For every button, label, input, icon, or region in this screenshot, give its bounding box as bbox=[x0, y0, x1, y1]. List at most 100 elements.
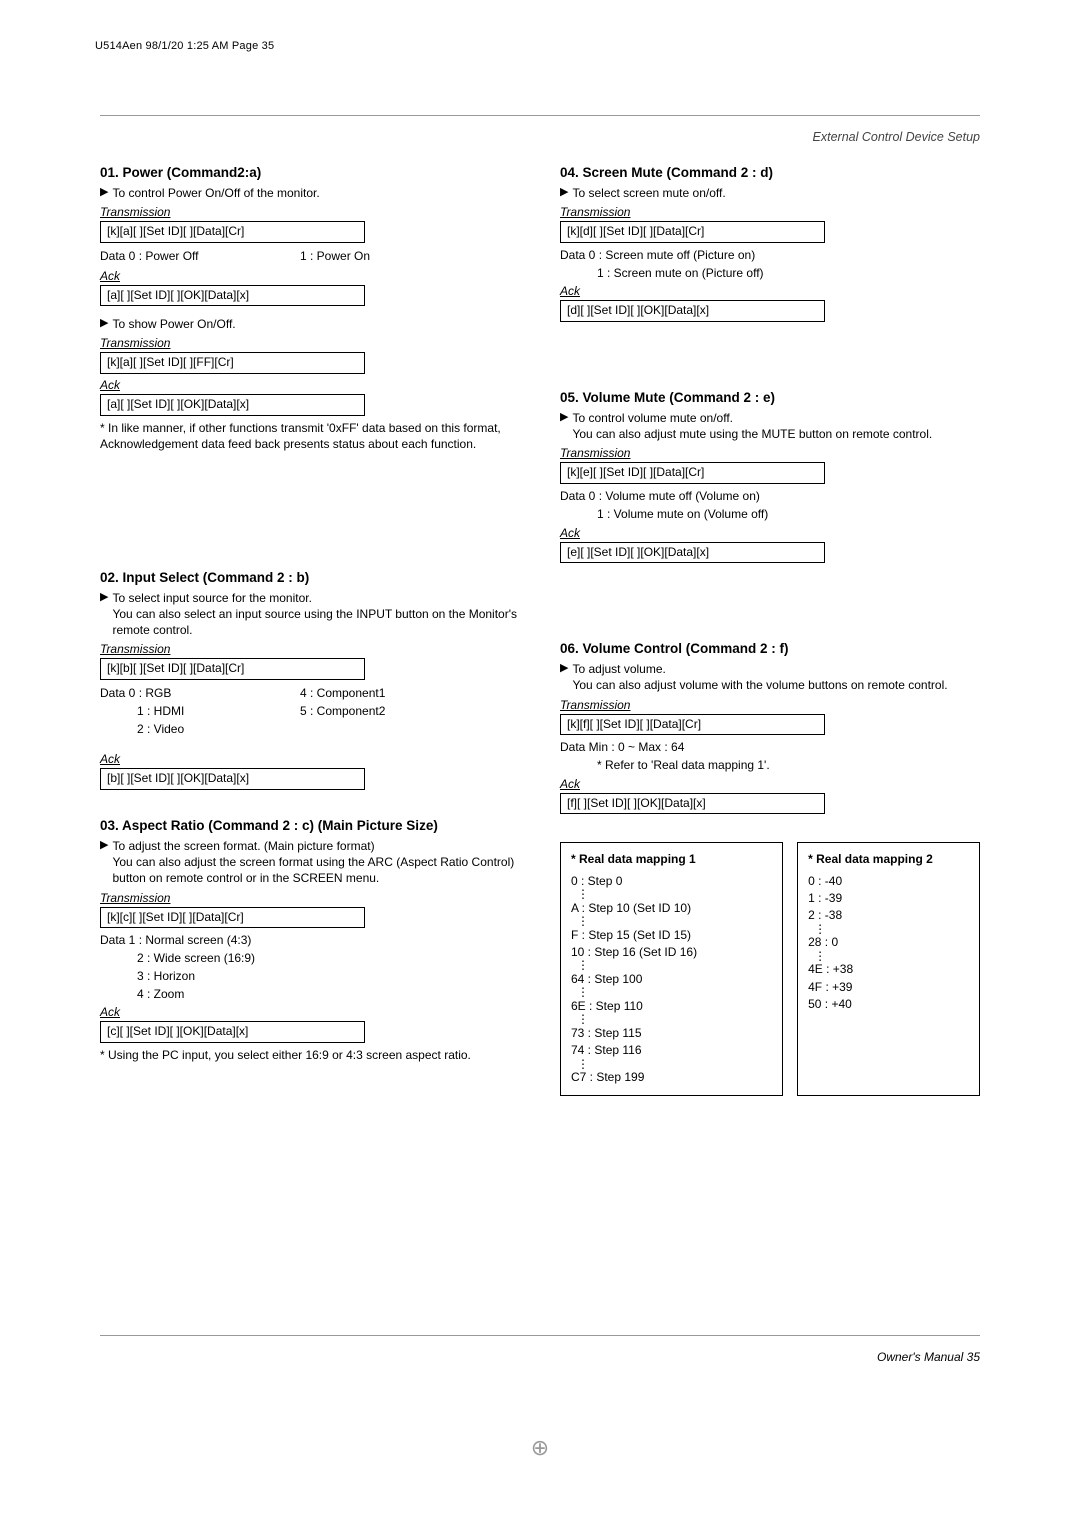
cmd02-title: 02. Input Select (Command 2 : b) bbox=[100, 570, 520, 585]
cmd01-desc2: To show Power On/Off. bbox=[112, 316, 235, 332]
code-box: [f][ ][Set ID][ ][OK][Data][x] bbox=[560, 793, 825, 815]
ack-label: Ack bbox=[100, 1005, 520, 1019]
section-header: External Control Device Setup bbox=[813, 130, 980, 144]
map-row: 0 : -40 bbox=[808, 873, 969, 890]
transmission-label: Transmission bbox=[100, 642, 520, 656]
map-row: A : Step 10 (Set ID 10) bbox=[571, 900, 772, 917]
map-row: 10 : Step 16 (Set ID 16) bbox=[571, 944, 772, 961]
transmission-label: Transmission bbox=[100, 205, 520, 219]
code-box: [k][b][ ][Set ID][ ][Data][Cr] bbox=[100, 658, 365, 680]
real-data-mapping-1: * Real data mapping 1 0 : Step 0 ⋮ A : S… bbox=[560, 842, 783, 1095]
cmd04-desc: To select screen mute on/off. bbox=[572, 185, 725, 201]
data-line: Data 0 : RGB bbox=[100, 685, 300, 702]
cmd01-note: * In like manner, if other functions tra… bbox=[100, 420, 520, 452]
data-line: Data Min : 0 ~ Max : 64 bbox=[560, 739, 980, 756]
data-line: 1 : HDMI bbox=[100, 703, 300, 720]
cmd01-title: 01. Power (Command2:a) bbox=[100, 165, 520, 180]
map-row: 2 : -38 bbox=[808, 907, 969, 924]
cmd04-title: 04. Screen Mute (Command 2 : d) bbox=[560, 165, 980, 180]
vdots-icon: ⋮ bbox=[571, 890, 772, 900]
cmd-02: 02. Input Select (Command 2 : b) ▶To sel… bbox=[100, 570, 520, 790]
map-row: 6E : Step 110 bbox=[571, 998, 772, 1015]
bottom-rule bbox=[100, 1335, 980, 1336]
map2-title: * Real data mapping 2 bbox=[808, 851, 969, 868]
cmd05-desc: To control volume mute on/off. You can a… bbox=[572, 410, 932, 442]
vdots-icon: ⋮ bbox=[808, 952, 969, 962]
footer-page: Owner's Manual 35 bbox=[877, 1350, 980, 1364]
data-line: 1 : Volume mute on (Volume off) bbox=[560, 506, 980, 523]
cmd01-desc: To control Power On/Off of the monitor. bbox=[112, 185, 319, 201]
ack-label: Ack bbox=[560, 777, 980, 791]
arrow-icon: ▶ bbox=[560, 185, 568, 200]
arrow-icon: ▶ bbox=[560, 410, 568, 425]
code-box: [k][d][ ][Set ID][ ][Data][Cr] bbox=[560, 221, 825, 243]
data-line: * Refer to 'Real data mapping 1'. bbox=[560, 757, 980, 774]
data-line: 5 : Component2 bbox=[300, 703, 385, 720]
transmission-label: Transmission bbox=[560, 205, 980, 219]
map-row: 50 : +40 bbox=[808, 996, 969, 1013]
vdots-icon: ⋮ bbox=[571, 1060, 772, 1070]
transmission-label: Transmission bbox=[560, 698, 980, 712]
ack-label: Ack bbox=[560, 526, 980, 540]
data-line: 4 : Zoom bbox=[100, 986, 520, 1003]
map-row: 0 : Step 0 bbox=[571, 873, 772, 890]
data-line: Data 0 : Screen mute off (Picture on) bbox=[560, 247, 980, 264]
cmd-01: 01. Power (Command2:a) ▶ To control Power… bbox=[100, 165, 520, 452]
code-box: [c][ ][Set ID][ ][OK][Data][x] bbox=[100, 1021, 365, 1043]
real-data-mapping-2: * Real data mapping 2 0 : -40 1 : -39 2 … bbox=[797, 842, 980, 1095]
map-row: 64 : Step 100 bbox=[571, 971, 772, 988]
code-box: [d][ ][Set ID][ ][OK][Data][x] bbox=[560, 300, 825, 322]
code-box: [a][ ][Set ID][ ][OK][Data][x] bbox=[100, 285, 365, 307]
cmd06-desc: To adjust volume. You can also adjust vo… bbox=[572, 661, 947, 693]
arrow-icon: ▶ bbox=[560, 661, 568, 676]
data-line: 4 : Component1 bbox=[300, 685, 385, 702]
registration-mark-icon: ⊕ bbox=[531, 1435, 549, 1461]
data-mapping-row: * Real data mapping 1 0 : Step 0 ⋮ A : S… bbox=[560, 842, 980, 1095]
arrow-icon: ▶ bbox=[100, 838, 108, 853]
map-row: 28 : 0 bbox=[808, 934, 969, 951]
code-box: [e][ ][Set ID][ ][OK][Data][x] bbox=[560, 542, 825, 564]
transmission-label: Transmission bbox=[560, 446, 980, 460]
vdots-icon: ⋮ bbox=[808, 925, 969, 935]
arrow-icon: ▶ bbox=[100, 590, 108, 605]
data-line: 1 : Power On bbox=[300, 248, 370, 265]
arrow-icon: ▶ bbox=[100, 316, 108, 331]
cmd-05: 05. Volume Mute (Command 2 : e) ▶To cont… bbox=[560, 390, 980, 563]
arrow-icon: ▶ bbox=[100, 185, 108, 200]
cmd03-desc: To adjust the screen format. (Main pictu… bbox=[112, 838, 520, 887]
code-box: [k][c][ ][Set ID][ ][Data][Cr] bbox=[100, 907, 365, 929]
right-column: 04. Screen Mute (Command 2 : d) ▶ To sele… bbox=[560, 165, 980, 1096]
cmd-04: 04. Screen Mute (Command 2 : d) ▶ To sele… bbox=[560, 165, 980, 322]
code-box: [k][a][ ][Set ID][ ][FF][Cr] bbox=[100, 352, 365, 374]
ack-label: Ack bbox=[100, 378, 520, 392]
map-row: 73 : Step 115 bbox=[571, 1025, 772, 1042]
data-line: Data 0 : Volume mute off (Volume on) bbox=[560, 488, 980, 505]
cmd-06: 06. Volume Control (Command 2 : f) ▶ To a… bbox=[560, 641, 980, 814]
data-line: 3 : Horizon bbox=[100, 968, 520, 985]
cmd-03: 03. Aspect Ratio (Command 2 : c) (Main P… bbox=[100, 818, 520, 1063]
print-header: U514Aen 98/1/20 1:25 AM Page 35 bbox=[95, 40, 274, 52]
content-columns: 01. Power (Command2:a) ▶ To control Power… bbox=[100, 165, 980, 1096]
map-row: C7 : Step 199 bbox=[571, 1069, 772, 1086]
ack-label: Ack bbox=[100, 752, 520, 766]
ack-label: Ack bbox=[560, 284, 980, 298]
code-box: [k][a][ ][Set ID][ ][Data][Cr] bbox=[100, 221, 365, 243]
top-rule bbox=[100, 115, 980, 116]
code-box: [b][ ][Set ID][ ][OK][Data][x] bbox=[100, 768, 365, 790]
code-box: [k][e][ ][Set ID][ ][Data][Cr] bbox=[560, 462, 825, 484]
data-line: 2 : Video bbox=[100, 721, 300, 738]
map-row: F : Step 15 (Set ID 15) bbox=[571, 927, 772, 944]
vdots-icon: ⋮ bbox=[571, 988, 772, 998]
data-line: 1 : Screen mute on (Picture off) bbox=[560, 265, 980, 282]
vdots-icon: ⋮ bbox=[571, 917, 772, 927]
map-row: 1 : -39 bbox=[808, 890, 969, 907]
left-column: 01. Power (Command2:a) ▶ To control Power… bbox=[100, 165, 520, 1096]
cmd06-title: 06. Volume Control (Command 2 : f) bbox=[560, 641, 980, 656]
cmd03-note: * Using the PC input, you select either … bbox=[100, 1047, 520, 1063]
vdots-icon: ⋮ bbox=[571, 961, 772, 971]
code-box: [k][f][ ][Set ID][ ][Data][Cr] bbox=[560, 714, 825, 736]
data-line: Data 1 : Normal screen (4:3) bbox=[100, 932, 520, 949]
map-row: 4E : +38 bbox=[808, 961, 969, 978]
map-row: 74 : Step 116 bbox=[571, 1042, 772, 1059]
cmd03-title: 03. Aspect Ratio (Command 2 : c) (Main P… bbox=[100, 818, 520, 833]
